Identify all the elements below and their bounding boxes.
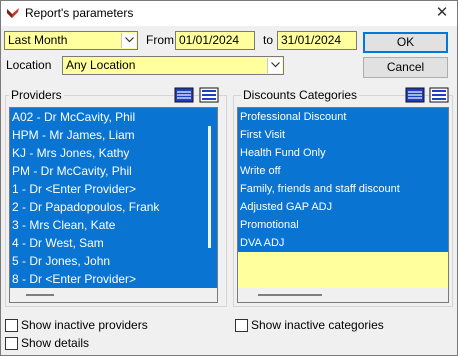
checkbox-box[interactable] bbox=[5, 337, 18, 350]
ok-button[interactable]: OK bbox=[363, 32, 448, 53]
list-item[interactable]: 8 - Dr <Enter Provider> bbox=[10, 270, 217, 288]
select-all-icon[interactable] bbox=[405, 87, 425, 103]
list-item[interactable]: Family, friends and staff discount bbox=[238, 180, 448, 198]
location-select-value: Any Location bbox=[66, 58, 136, 72]
report-parameters-dialog: Report's parameters ✕ Last Month From 01… bbox=[0, 0, 458, 356]
select-all-icon[interactable] bbox=[174, 87, 194, 103]
title-bar: Report's parameters ✕ bbox=[1, 1, 457, 26]
list-item[interactable]: PM - Dr McCavity, Phil bbox=[10, 162, 217, 180]
providers-title: Providers bbox=[9, 88, 64, 102]
providers-vscrollbar[interactable] bbox=[205, 108, 217, 288]
list-item[interactable]: KJ - Mrs Jones, Kathy bbox=[10, 144, 217, 162]
list-item[interactable]: HPM - Mr James, Liam bbox=[10, 126, 217, 144]
providers-items: A02 - Dr McCavity, Phil HPM - Mr James, L… bbox=[10, 108, 217, 288]
close-icon[interactable]: ✕ bbox=[431, 4, 453, 23]
list-item[interactable]: First Visit bbox=[238, 126, 448, 144]
show-inactive-providers-label: Show inactive providers bbox=[21, 318, 148, 332]
list-item[interactable]: A02 - Dr McCavity, Phil bbox=[10, 108, 217, 126]
checkbox-box[interactable] bbox=[5, 319, 18, 332]
location-select[interactable]: Any Location bbox=[62, 56, 284, 75]
list-item[interactable]: Adjusted GAP ADJ bbox=[238, 198, 448, 216]
list-item[interactable]: 4 - Dr West, Sam bbox=[10, 234, 217, 252]
show-details-label: Show details bbox=[21, 336, 90, 350]
from-date-field[interactable]: 01/01/2024 bbox=[175, 31, 255, 50]
list-item[interactable]: 1 - Dr <Enter Provider> bbox=[10, 180, 217, 198]
report-app-icon bbox=[6, 6, 20, 20]
checkbox-box[interactable] bbox=[235, 319, 248, 332]
discounts-hscrollbar[interactable] bbox=[238, 288, 448, 302]
list-item[interactable]: Promotional bbox=[238, 216, 448, 234]
chevron-down-icon[interactable] bbox=[121, 33, 136, 48]
list-item[interactable]: Write off bbox=[238, 162, 448, 180]
period-select[interactable]: Last Month bbox=[4, 31, 138, 50]
discounts-list-empty-area bbox=[238, 252, 448, 288]
discounts-title: Discounts Categories bbox=[241, 88, 360, 102]
window-title: Report's parameters bbox=[25, 6, 134, 20]
providers-hscroll-thumb[interactable] bbox=[26, 294, 54, 296]
cancel-button[interactable]: Cancel bbox=[363, 57, 448, 78]
location-label: Location bbox=[6, 58, 52, 72]
period-select-value: Last Month bbox=[8, 33, 68, 47]
show-inactive-categories-label: Show inactive categories bbox=[251, 318, 384, 332]
discounts-hscroll-thumb[interactable] bbox=[258, 294, 322, 296]
discounts-items: Professional Discount First Visit Health F… bbox=[238, 108, 448, 252]
chevron-down-icon[interactable] bbox=[267, 58, 282, 73]
deselect-all-icon[interactable] bbox=[429, 87, 449, 103]
to-date-field[interactable]: 31/01/2024 bbox=[277, 31, 357, 50]
show-inactive-categories-checkbox[interactable]: Show inactive categories bbox=[235, 317, 445, 333]
list-item[interactable]: 5 - Dr Jones, John bbox=[10, 252, 217, 270]
discounts-list[interactable]: Professional Discount First Visit Health F… bbox=[237, 107, 449, 303]
list-item[interactable]: Health Fund Only bbox=[238, 144, 448, 162]
list-item[interactable]: Professional Discount bbox=[238, 108, 448, 126]
show-details-checkbox[interactable]: Show details bbox=[5, 335, 205, 351]
list-item[interactable]: 2 - Dr Papadopoulos, Frank bbox=[10, 198, 217, 216]
list-item[interactable]: 3 - Mrs Clean, Kate bbox=[10, 216, 217, 234]
show-inactive-providers-checkbox[interactable]: Show inactive providers bbox=[5, 317, 205, 333]
providers-list[interactable]: A02 - Dr McCavity, Phil HPM - Mr James, L… bbox=[9, 107, 218, 303]
providers-hscrollbar[interactable] bbox=[10, 288, 217, 302]
from-label: From bbox=[146, 33, 174, 47]
to-label: to bbox=[263, 33, 274, 47]
list-item[interactable]: DVA ADJ bbox=[238, 234, 448, 252]
deselect-all-icon[interactable] bbox=[199, 87, 219, 103]
providers-vscroll-thumb[interactable] bbox=[208, 126, 211, 248]
